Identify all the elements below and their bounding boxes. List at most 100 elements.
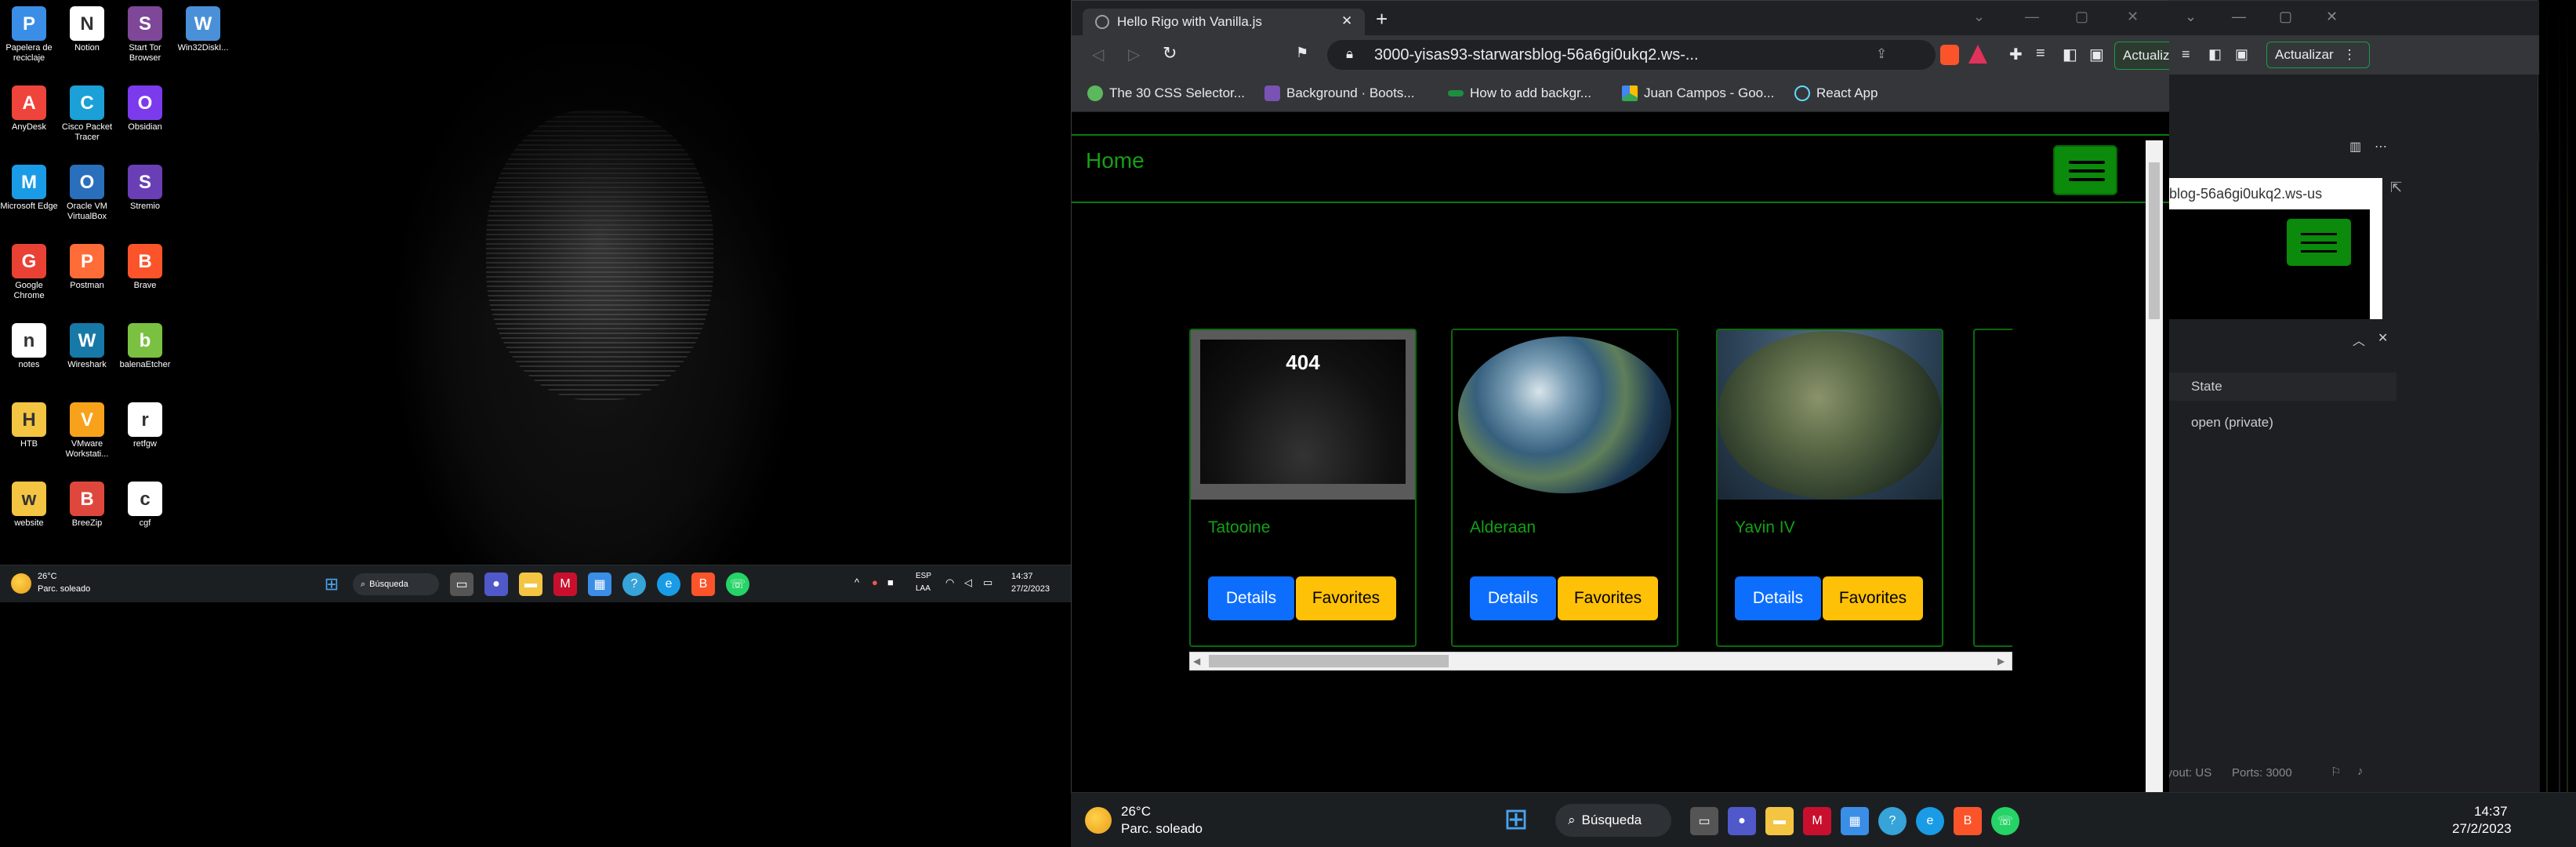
wallet-icon[interactable]: ▣: [2089, 45, 2104, 64]
desktop-icon[interactable]: S Start Tor Browser: [116, 6, 174, 64]
details-button[interactable]: Details: [1735, 576, 1821, 620]
language-secondary[interactable]: LAA: [916, 584, 931, 593]
tray-chevron-icon[interactable]: ^: [854, 576, 859, 588]
store-icon[interactable]: ▦: [588, 573, 611, 596]
scroll-right-icon[interactable]: ▶: [1997, 656, 2005, 667]
desktop-icon[interactable]: O Oracle VM VirtualBox: [58, 165, 116, 222]
wifi-icon[interactable]: ◠: [945, 576, 954, 589]
edge-taskbar-icon[interactable]: e: [657, 573, 680, 596]
file-explorer-icon[interactable]: ▬: [519, 573, 542, 596]
clock-date[interactable]: 27/2/2023: [2452, 821, 2512, 837]
task-view-icon[interactable]: ▭: [1690, 807, 1718, 835]
tab-close-icon[interactable]: ✕: [1341, 13, 1352, 29]
maximize-icon[interactable]: ▢: [2279, 9, 2292, 25]
brave-shields-icon[interactable]: [1940, 45, 1959, 65]
teams-icon[interactable]: ●: [484, 573, 508, 596]
vertical-scroll-thumb[interactable]: [2149, 162, 2160, 319]
chevron-down-icon[interactable]: ⌄: [2185, 9, 2197, 25]
weather-desc[interactable]: Parc. soleado: [38, 584, 90, 594]
teams-icon[interactable]: ●: [1728, 807, 1756, 835]
new-tab-button[interactable]: +: [1376, 7, 1388, 31]
mcafee-icon[interactable]: M: [553, 573, 577, 596]
scroll-thumb[interactable]: [1209, 655, 1449, 667]
desktop-icon[interactable]: P Papelera de reciclaje: [0, 6, 58, 64]
weather-temp[interactable]: 26°C: [1121, 804, 1151, 820]
windows-start-icon[interactable]: ⊞: [1504, 804, 1529, 835]
active-tab[interactable]: Hello Rigo with Vanilla.js ✕: [1083, 9, 1365, 35]
open-external-icon[interactable]: ⇱: [2390, 180, 2402, 196]
whatsapp-icon[interactable]: ☏: [1991, 807, 2019, 835]
bell-icon[interactable]: ♪: [2357, 765, 2364, 778]
playlist-icon[interactable]: ≡: [2182, 46, 2190, 63]
bookmark-item[interactable]: Background · Boots...: [1264, 85, 1414, 101]
details-button[interactable]: Details: [1208, 576, 1294, 620]
taskbar-search[interactable]: ⌕ Búsqueda: [1555, 804, 1671, 837]
bookmark-item[interactable]: How to add backgr...: [1448, 85, 1591, 101]
desktop-icon[interactable]: C Cisco Packet Tracer: [58, 85, 116, 143]
details-button[interactable]: Details: [1470, 576, 1556, 620]
close-window-icon[interactable]: ✕: [2127, 9, 2139, 25]
clock-date[interactable]: 27/2/2023: [1011, 584, 1050, 594]
weather-icon[interactable]: [11, 573, 31, 594]
clock-time[interactable]: 14:37: [2474, 804, 2508, 820]
wallet-icon[interactable]: ▣: [2235, 46, 2248, 63]
brave-taskbar-icon[interactable]: B: [691, 573, 715, 596]
bookmark-icon[interactable]: ⚑: [1296, 45, 1308, 61]
mcafee-icon[interactable]: M: [1803, 807, 1831, 835]
task-view-icon[interactable]: ▭: [450, 573, 473, 596]
share-icon[interactable]: ⇪: [1876, 46, 1887, 62]
desktop-icon[interactable]: n notes: [0, 323, 58, 370]
whatsapp-icon[interactable]: ☏: [726, 573, 749, 596]
desktop-icon[interactable]: N Notion: [58, 6, 116, 53]
desktop-icon[interactable]: c cgf: [116, 482, 174, 529]
favorites-button[interactable]: Favorites: [1823, 576, 1923, 620]
navbar-brand[interactable]: Home: [1086, 148, 1145, 173]
preview-navbar-toggler[interactable]: [2287, 219, 2351, 266]
desktop-icon[interactable]: G Google Chrome: [0, 244, 58, 301]
desktop-icon[interactable]: V VMware Workstati...: [58, 402, 116, 460]
desktop-icon[interactable]: H HTB: [0, 402, 58, 449]
vertical-scrollbar[interactable]: [2146, 140, 2163, 793]
taskbar-search[interactable]: ⌕ Búsqueda: [353, 573, 439, 595]
scroll-left-icon[interactable]: ◀: [1193, 656, 1200, 667]
weather-temp[interactable]: 26°C: [38, 572, 57, 581]
desktop-icon[interactable]: B Brave: [116, 244, 174, 291]
tray-app-icon[interactable]: ●: [872, 576, 878, 588]
help-icon[interactable]: ?: [622, 573, 646, 596]
store-icon[interactable]: ▦: [1841, 807, 1869, 835]
extensions-icon[interactable]: ✚: [2009, 45, 2023, 64]
panel-expand-icon[interactable]: ︿: [2353, 330, 2365, 349]
sidebar-icon[interactable]: ◧: [2208, 46, 2222, 63]
minimize-icon[interactable]: —: [2025, 9, 2039, 25]
port-state[interactable]: open (private): [2191, 415, 2273, 431]
maximize-icon[interactable]: ▢: [2075, 9, 2088, 25]
clock-time[interactable]: 14:37: [1011, 572, 1033, 581]
desktop-icon[interactable]: w website: [0, 482, 58, 529]
language-primary[interactable]: ESP: [916, 572, 931, 580]
tab-search-icon[interactable]: ⌄: [1973, 9, 1985, 25]
volume-icon[interactable]: ◁: [964, 576, 972, 589]
feedback-icon[interactable]: ⚐: [2331, 765, 2341, 779]
brave-taskbar-icon[interactable]: B: [1954, 807, 1982, 835]
desktop-icon[interactable]: b balenaEtcher: [116, 323, 174, 370]
reload-icon[interactable]: ↻: [1163, 43, 1177, 64]
bookmark-item[interactable]: The 30 CSS Selector...: [1087, 85, 1245, 101]
media-icon[interactable]: ≡: [2036, 45, 2045, 63]
battery-icon[interactable]: ▭: [983, 576, 992, 589]
forward-icon[interactable]: ▷: [1128, 45, 1140, 64]
favorites-button[interactable]: Favorites: [1296, 576, 1396, 620]
desktop-icon[interactable]: M Microsoft Edge: [0, 165, 58, 212]
update-button-back[interactable]: Actualizar ⋮: [2266, 42, 2370, 68]
desktop-icon[interactable]: W Wireshark: [58, 323, 116, 370]
panel-close-icon[interactable]: ✕: [2378, 330, 2388, 346]
tray-mcafee-icon[interactable]: ■: [887, 576, 894, 588]
brave-rewards-icon[interactable]: [1968, 45, 1987, 64]
horizontal-scrollbar[interactable]: ◀ ▶: [1189, 652, 2012, 671]
minimize-icon[interactable]: —: [2232, 9, 2246, 25]
bookmark-item[interactable]: Juan Campos - Goo...: [1622, 85, 1774, 101]
more-icon[interactable]: ⋯: [2375, 139, 2387, 154]
close-icon[interactable]: ✕: [2326, 9, 2338, 25]
desktop-icon[interactable]: O Obsidian: [116, 85, 174, 133]
navbar-toggler-button[interactable]: [2053, 145, 2117, 195]
planets-carousel[interactable]: 404 Tatooine Details Favorites Alderaan …: [1189, 329, 2012, 660]
